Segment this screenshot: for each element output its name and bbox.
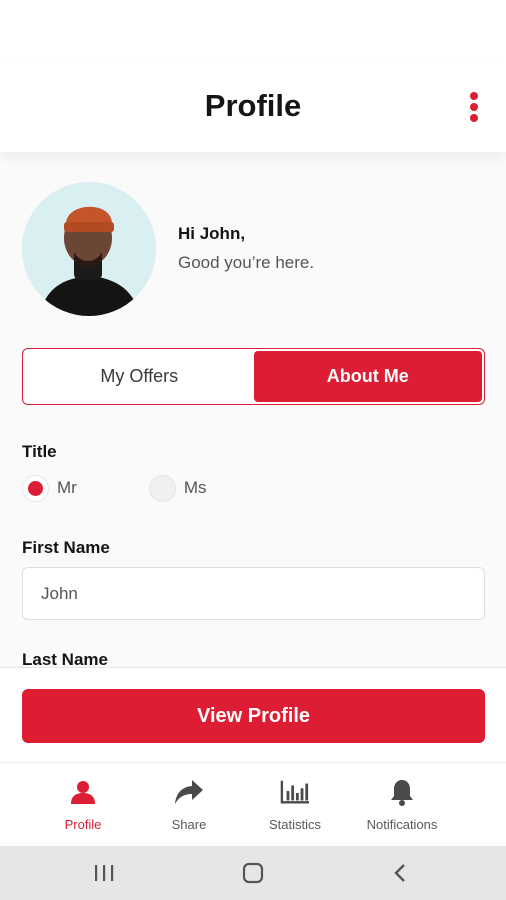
more-options-button[interactable] — [468, 92, 480, 122]
first-name-field[interactable] — [22, 567, 485, 620]
nav-item-notifications[interactable]: Notifications — [347, 777, 457, 832]
nav-item-statistics[interactable]: Statistics — [240, 777, 350, 832]
radio-label-mr: Mr — [57, 478, 77, 497]
radio-unchecked-icon[interactable] — [148, 474, 176, 502]
nav-label-notifications: Notifications — [366, 817, 438, 832]
status-bar-area — [0, 0, 506, 60]
nav-item-share[interactable]: Share — [134, 777, 244, 832]
avatar-photo-icon — [22, 182, 156, 316]
recent-apps-icon[interactable] — [84, 858, 124, 888]
more-dot-icon — [470, 103, 478, 111]
greeting-subtitle: Good you’re here. — [178, 253, 315, 272]
more-dot-icon — [470, 114, 478, 122]
title-radio-group: Mr Ms — [22, 474, 247, 502]
page-title: Profile — [204, 88, 302, 123]
avatar — [22, 182, 156, 316]
profile-content[interactable]: Hi John, Good you’re here. My Offers Abo… — [0, 152, 506, 667]
nav-label-profile: Profile — [64, 817, 102, 832]
bar-chart-icon — [280, 777, 310, 807]
radio-option-mr[interactable]: Mr — [22, 474, 77, 502]
person-icon — [68, 777, 98, 807]
nav-label-statistics: Statistics — [268, 817, 321, 832]
more-dot-icon — [470, 92, 478, 100]
action-footer: View Profile — [0, 667, 506, 762]
bottom-navigation: Profile Share Statistics Notifications — [0, 762, 506, 846]
view-profile-button[interactable]: View Profile — [22, 689, 485, 743]
app-header: Profile — [0, 60, 506, 152]
home-icon[interactable] — [233, 858, 273, 888]
back-icon[interactable] — [380, 858, 420, 888]
nav-item-profile[interactable]: Profile — [28, 777, 138, 832]
nav-label-share: Share — [171, 817, 207, 832]
bell-icon — [387, 777, 417, 807]
share-arrow-icon — [174, 777, 204, 807]
radio-label-ms: Ms — [183, 478, 207, 497]
radio-checked-icon[interactable] — [22, 474, 49, 502]
tab-my-offers[interactable]: My Offers — [25, 351, 254, 402]
title-label: Title — [22, 442, 57, 461]
first-name-label: First Name — [22, 538, 110, 557]
last-name-label: Last Name — [22, 650, 108, 667]
segmented-control: My Offers About Me — [22, 348, 485, 405]
greeting-name: Hi John, — [178, 224, 246, 243]
tab-about-me[interactable]: About Me — [253, 351, 482, 402]
system-navigation-bar — [0, 846, 506, 900]
radio-option-ms[interactable]: Ms — [148, 474, 207, 502]
